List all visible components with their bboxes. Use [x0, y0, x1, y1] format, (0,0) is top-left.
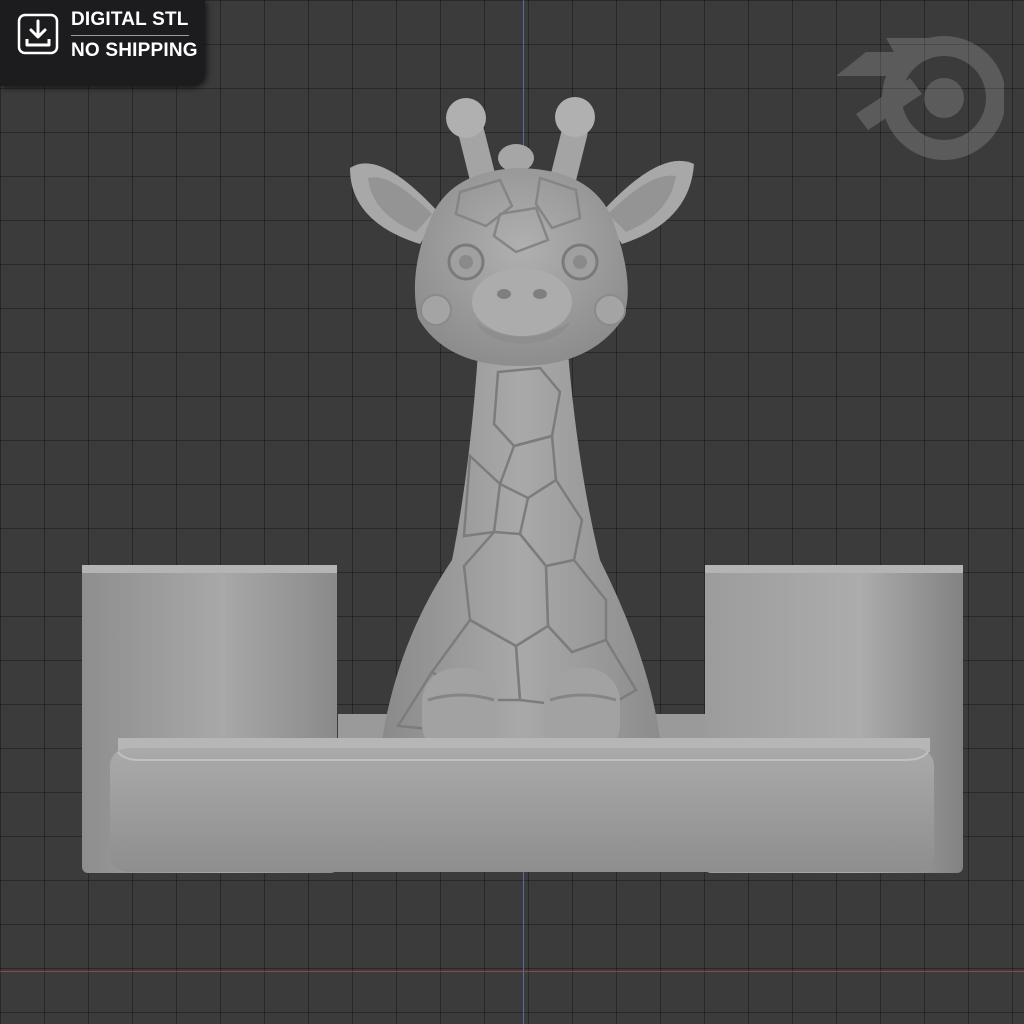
digital-stl-badge: DIGITAL STL NO SHIPPING: [0, 0, 205, 86]
download-icon: [17, 13, 59, 55]
giraffe-holder-model[interactable]: [0, 0, 1024, 1024]
badge-title: DIGITAL STL: [71, 9, 189, 30]
base-tray: [110, 738, 934, 872]
badge-subtitle: NO SHIPPING: [71, 40, 198, 61]
giraffe-figure: [350, 97, 694, 758]
badge-divider: [71, 35, 189, 36]
3d-viewport[interactable]: [0, 0, 1024, 1024]
